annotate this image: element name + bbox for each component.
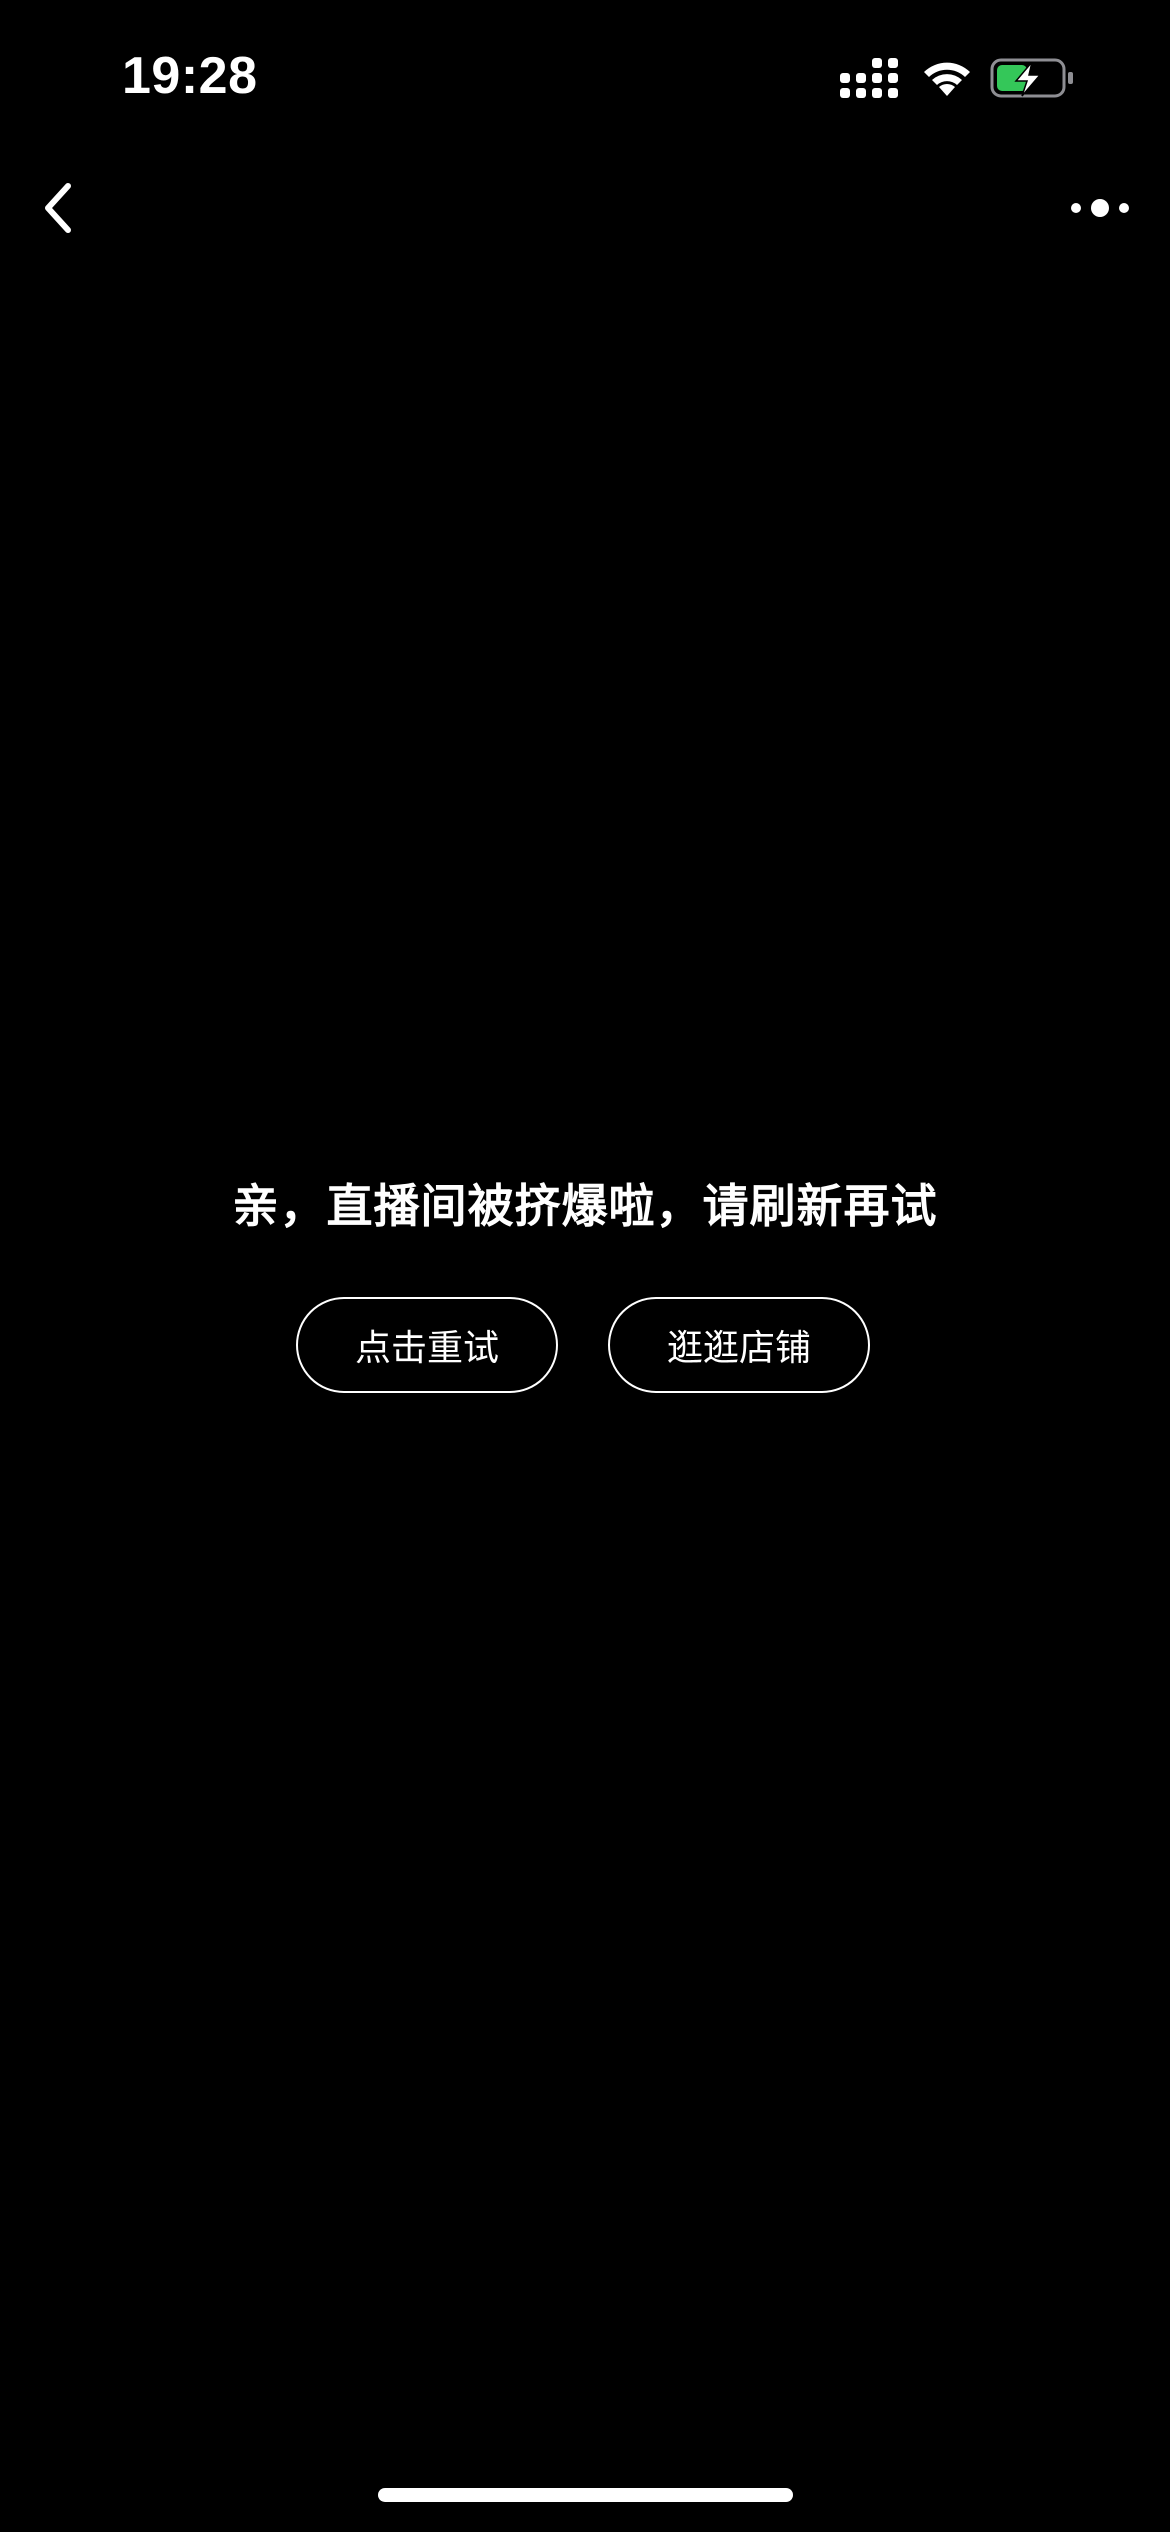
back-button[interactable]: [18, 170, 98, 250]
signal-icon: [840, 58, 902, 104]
error-message: 亲，直播间被挤爆啦，请刷新再试: [232, 1179, 938, 1233]
wifi-icon: [920, 56, 974, 102]
status-bar: 19:28: [0, 0, 1170, 150]
visit-shop-button[interactable]: 逛逛店铺: [608, 1297, 870, 1393]
more-button[interactable]: [1060, 175, 1140, 245]
nav-bar: [0, 150, 1170, 270]
battery-charging-icon: [990, 58, 1076, 104]
more-dots-icon: [1070, 196, 1130, 224]
status-icons: [840, 56, 1090, 102]
status-time: 19:28: [122, 47, 258, 105]
action-buttons: 点击重试 逛逛店铺: [0, 1297, 1170, 1397]
chevron-left-icon: [38, 178, 78, 242]
retry-button[interactable]: 点击重试: [296, 1297, 558, 1393]
home-indicator[interactable]: [378, 2488, 793, 2502]
